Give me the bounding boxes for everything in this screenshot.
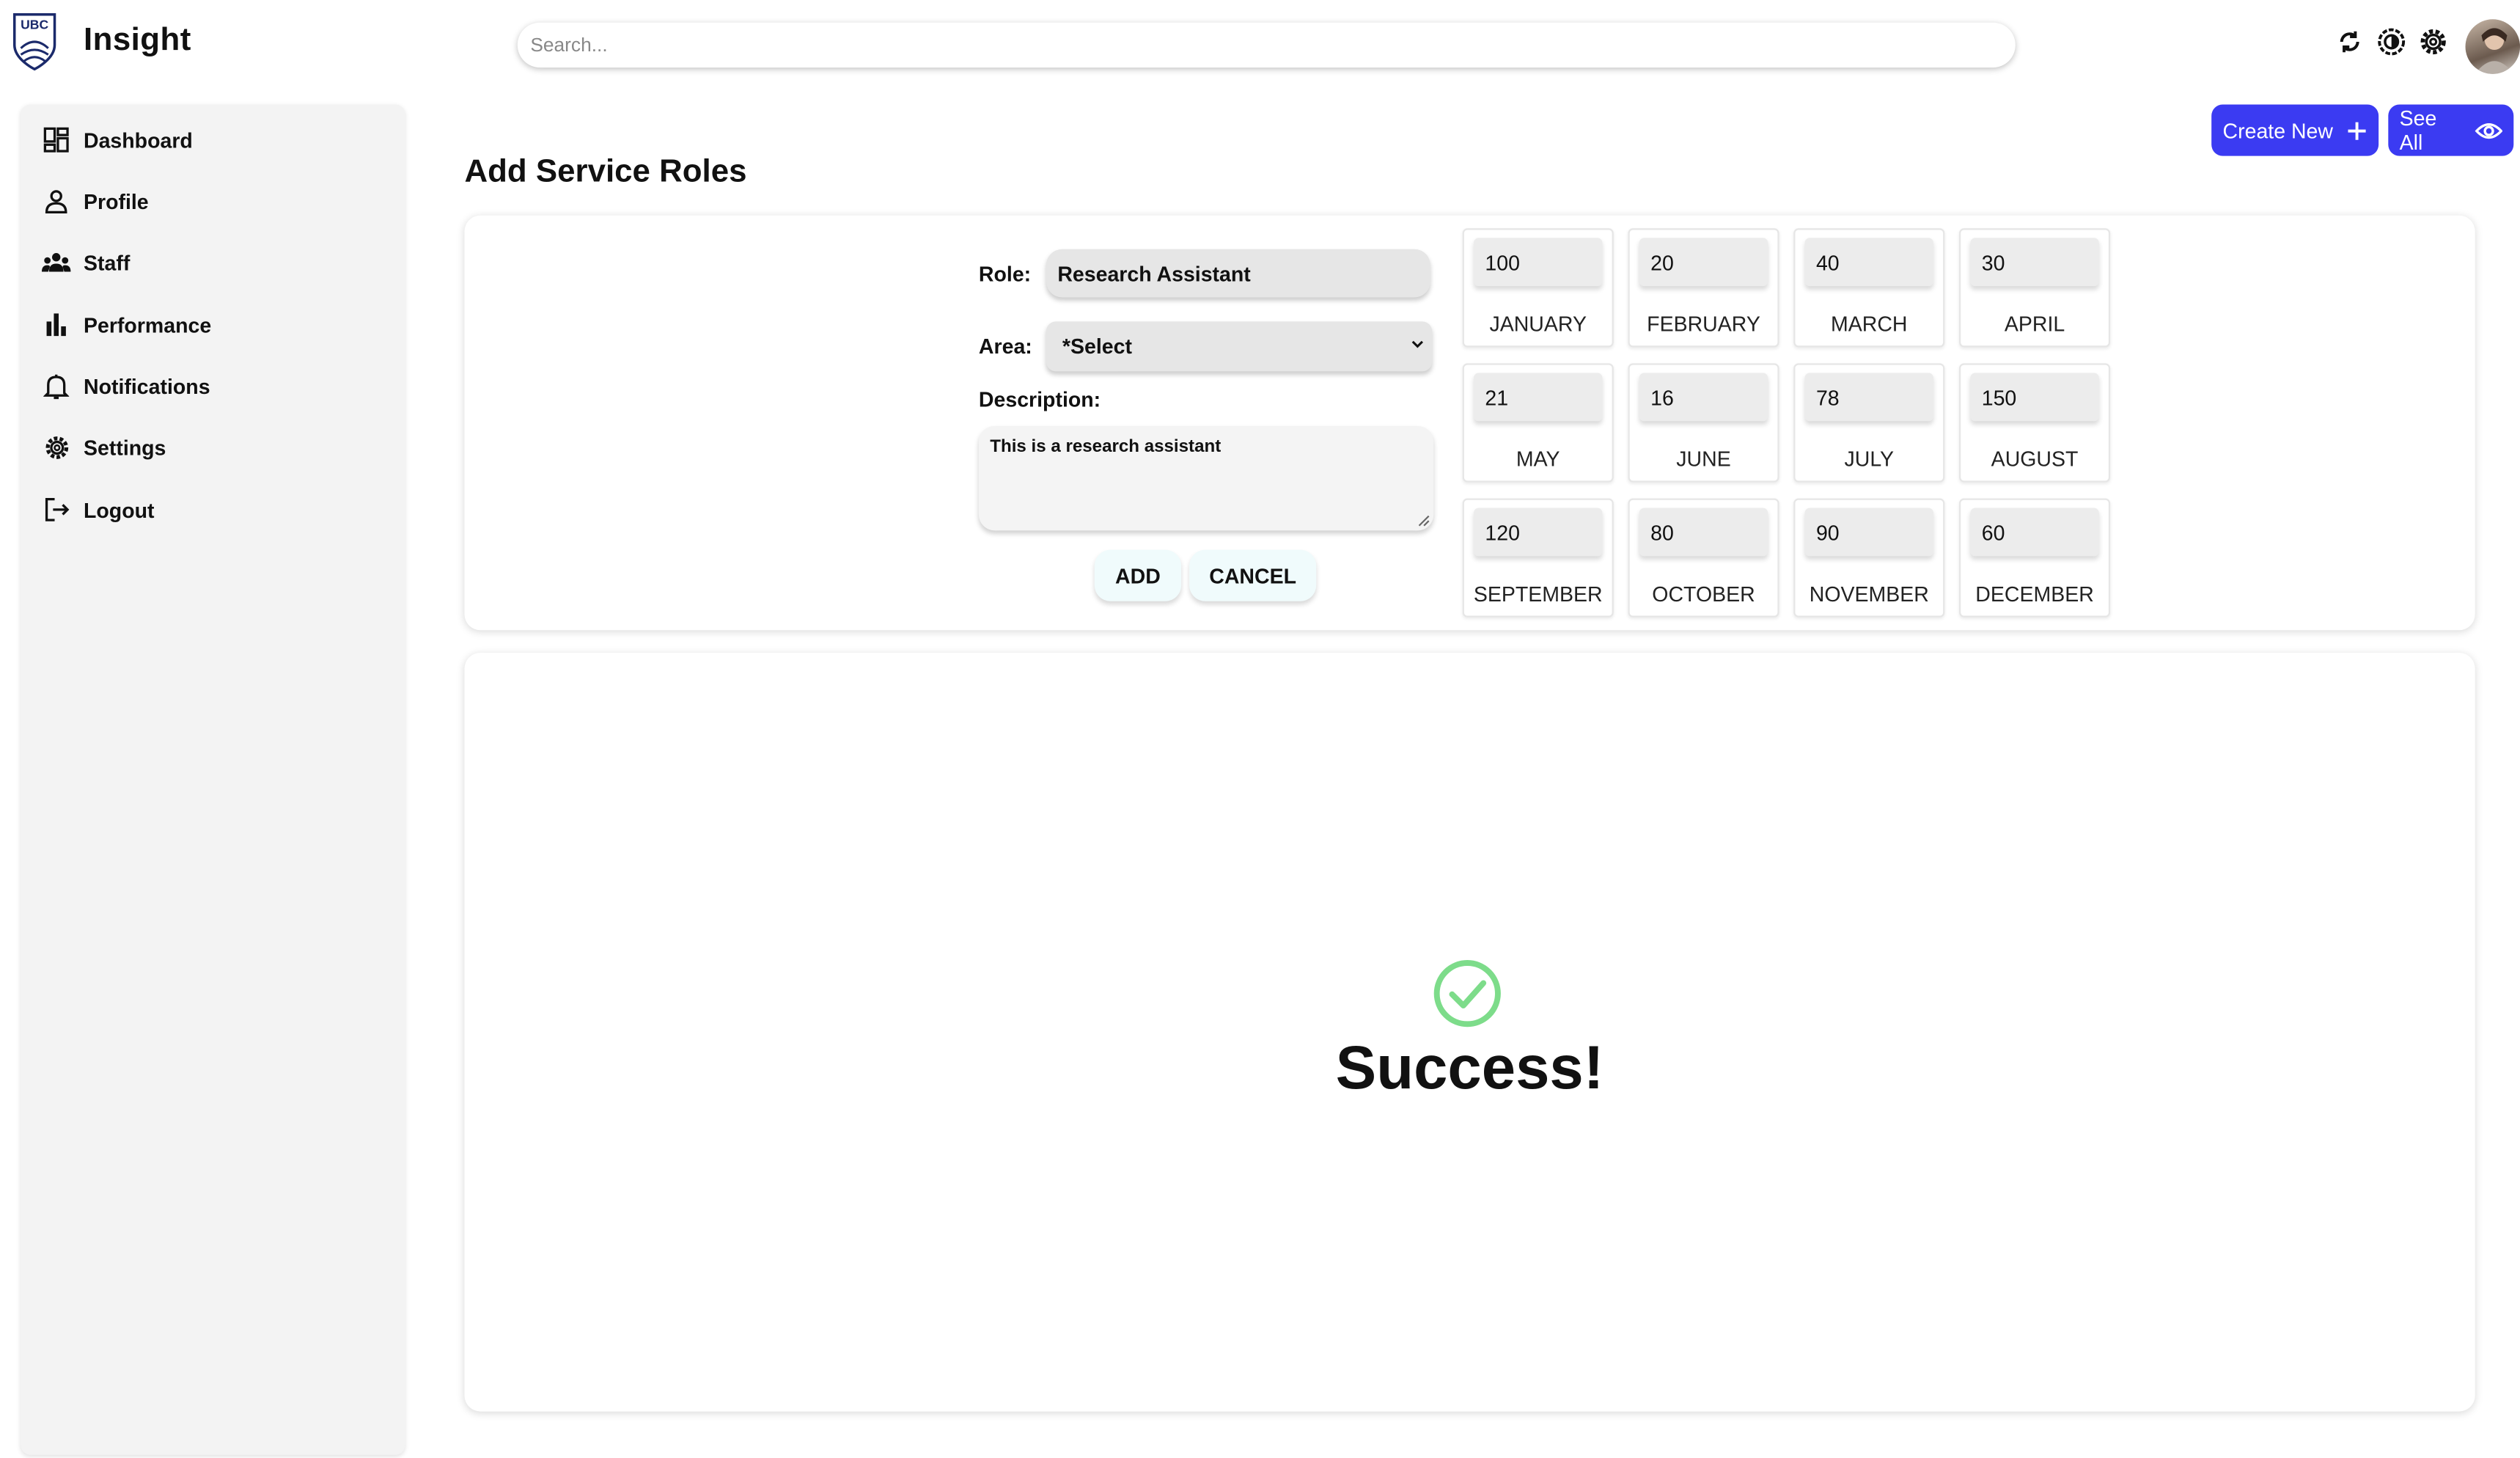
app-root: UBC Insight Dashboard Profile [0,0,2520,1458]
month-label: MAY [1516,447,1560,472]
month-card-january: 100 JANUARY [1462,228,1614,348]
add-button-label: ADD [1115,563,1161,588]
month-value-input[interactable]: 90 [1804,508,1933,557]
month-label: JUNE [1676,447,1731,472]
role-label: Role: [978,262,1032,287]
month-value-input[interactable]: 30 [1970,238,2099,287]
eye-icon [2475,122,2502,139]
chevron-down-icon [1411,340,1424,348]
create-new-button[interactable]: Create New [2211,104,2379,156]
sidebar-item-settings[interactable]: Settings [42,433,166,461]
sidebar-item-logout[interactable]: Logout [42,495,155,524]
dashboard-icon [42,125,70,154]
month-value-input[interactable]: 60 [1970,508,2099,557]
sidebar-item-label: Notifications [83,373,210,398]
month-value-input[interactable]: 20 [1639,238,1768,287]
month-card-july: 78 JULY [1793,363,1945,483]
month-card-june: 16 JUNE [1628,363,1779,483]
ubc-logo: UBC [12,12,56,71]
check-circle-icon [1433,960,1501,1027]
person-icon [42,186,70,215]
header-actions [2334,26,2450,58]
area-label: Area: [978,334,1032,359]
see-all-button[interactable]: See All [2388,104,2514,156]
search-input[interactable] [517,22,2016,68]
result-card: Success! [464,652,2475,1412]
month-card-december: 60 DECEMBER [1959,498,2111,618]
sidebar-item-label: Dashboard [83,128,193,153]
gear-icon [42,433,70,461]
sidebar-item-label: Settings [83,434,166,459]
avatar[interactable] [2465,19,2520,74]
role-input[interactable]: Research Assistant [1046,249,1430,298]
description-label: Description: [978,387,1101,412]
month-value-input[interactable]: 40 [1804,238,1933,287]
month-card-november: 90 NOVEMBER [1793,498,1945,618]
month-label: DECEMBER [1975,582,2094,607]
area-select[interactable]: *Select [1046,321,1433,372]
sidebar-item-label: Performance [83,312,212,337]
sidebar-item-label: Staff [83,249,131,274]
month-label: NOVEMBER [1809,582,1929,607]
theme-icon[interactable] [2376,26,2408,58]
month-card-march: 40 MARCH [1793,228,1945,348]
month-card-september: 120 SEPTEMBER [1462,498,1614,618]
sync-icon[interactable] [2334,26,2366,58]
month-value-input[interactable]: 16 [1639,373,1768,422]
cancel-button-label: CANCEL [1209,563,1297,588]
month-label: JULY [1844,447,1895,472]
sidebar-item-performance[interactable]: Performance [42,310,211,339]
bar-chart-icon [42,310,70,339]
see-all-label: See All [2399,106,2437,155]
month-card-february: 20 FEBRUARY [1628,228,1779,348]
month-label: AUGUST [1991,447,2079,472]
month-label: SEPTEMBER [1473,582,1603,607]
page-title: Add Service Roles [464,154,747,190]
area-value: *Select [1062,334,1132,359]
month-value-input[interactable]: 120 [1474,508,1603,557]
add-button[interactable]: ADD [1094,549,1182,601]
month-label: APRIL [2004,312,2065,337]
description-value: This is a research assistant [990,437,1222,457]
settings-icon[interactable] [2417,26,2450,58]
month-value-input[interactable]: 100 [1474,238,1603,287]
month-label: FEBRUARY [1647,312,1760,337]
month-label: JANUARY [1489,312,1587,337]
sidebar: Dashboard Profile Staff Performance Noti… [21,104,405,1455]
description-textarea[interactable]: This is a research assistant [978,425,1434,531]
month-value-input[interactable]: 150 [1970,373,2099,422]
month-label: MARCH [1831,312,1908,337]
group-icon [41,248,71,276]
month-card-october: 80 OCTOBER [1628,498,1779,618]
month-card-april: 30 APRIL [1959,228,2111,348]
sidebar-item-profile[interactable]: Profile [42,186,149,215]
month-value-input[interactable]: 78 [1804,373,1933,422]
app-title: Insight [83,22,191,58]
month-card-august: 150 AUGUST [1959,363,2111,483]
sidebar-item-label: Logout [83,497,155,522]
month-card-may: 21 MAY [1462,363,1614,483]
logo-text: UBC [21,17,48,32]
sidebar-item-label: Profile [83,188,149,213]
cancel-button[interactable]: CANCEL [1189,549,1317,601]
sidebar-item-staff[interactable]: Staff [41,248,131,276]
sidebar-item-dashboard[interactable]: Dashboard [42,125,193,154]
month-value-input[interactable]: 80 [1639,508,1768,557]
create-new-label: Create New [2222,118,2333,142]
bell-icon [42,371,70,400]
success-message: Success! [1335,1035,1604,1103]
logout-icon [42,495,70,524]
role-value: Research Assistant [1057,261,1251,286]
sidebar-item-notifications[interactable]: Notifications [42,371,210,400]
month-label: OCTOBER [1652,582,1755,607]
month-value-input[interactable]: 21 [1474,373,1603,422]
plus-icon [2347,121,2365,139]
resize-grip-icon[interactable] [1417,514,1430,527]
